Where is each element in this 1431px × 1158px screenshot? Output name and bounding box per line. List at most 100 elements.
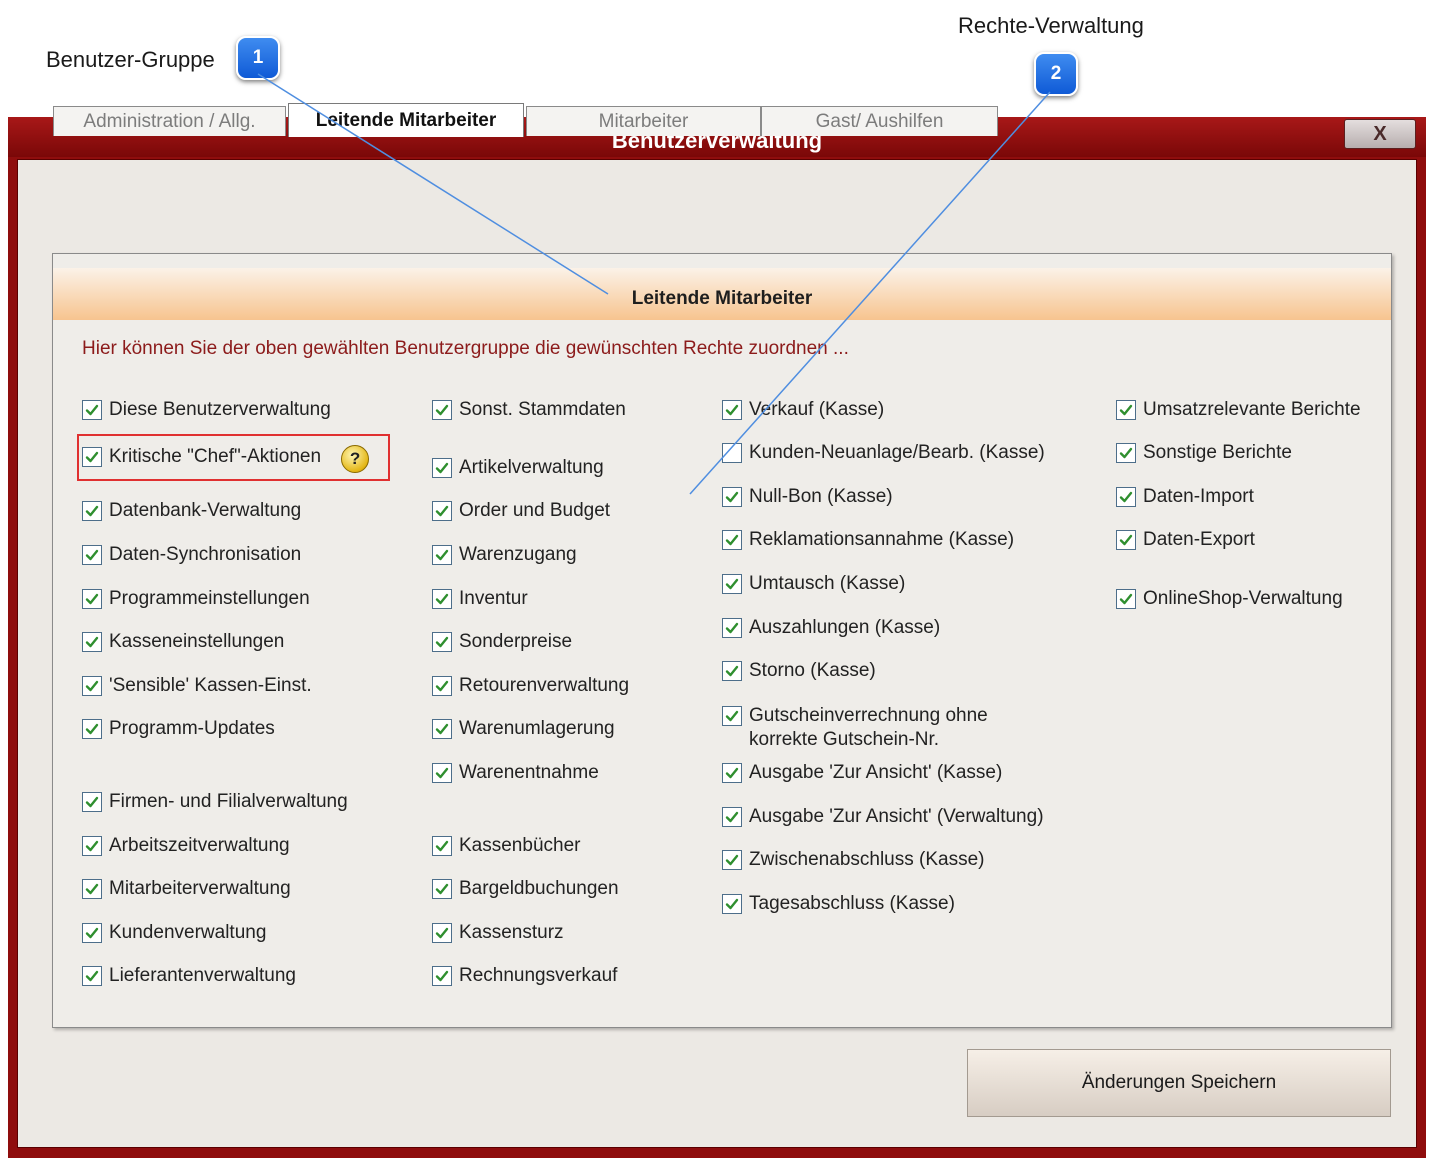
- right-checkbox-sonderpreise[interactable]: Sonderpreise: [432, 630, 572, 654]
- right-checkbox-warenzugang[interactable]: Warenzugang: [432, 543, 577, 567]
- right-checkbox-bargeldbuchungen[interactable]: Bargeldbuchungen: [432, 877, 619, 901]
- question-help-icon[interactable]: ?: [341, 445, 370, 473]
- checkbox-checked[interactable]: [1116, 487, 1136, 507]
- right-checkbox-reklamationsannahme-kasse[interactable]: Reklamationsannahme (Kasse): [722, 528, 1014, 552]
- right-checkbox-lieferantenverwaltung[interactable]: Lieferantenverwaltung: [82, 964, 296, 988]
- checkbox-checked[interactable]: [432, 458, 452, 478]
- right-checkbox-storno-kasse[interactable]: Storno (Kasse): [722, 659, 876, 683]
- right-checkbox-firmen-und-filialverwaltung[interactable]: Firmen- und Filialverwaltung: [82, 790, 348, 814]
- right-checkbox-order-und-budget[interactable]: Order und Budget: [432, 499, 610, 523]
- checkbox-label: Sonst. Stammdaten: [459, 399, 626, 420]
- checkbox-unchecked[interactable]: [722, 443, 742, 463]
- checkbox-checked[interactable]: [722, 763, 742, 783]
- checkbox-checked[interactable]: [82, 719, 102, 739]
- checkbox-checked[interactable]: [1116, 443, 1136, 463]
- right-checkbox-kritische-chef-aktionen[interactable]: Kritische "Chef"-Aktionen?: [82, 445, 370, 473]
- checkbox-label: Sonstige Berichte: [1143, 442, 1292, 463]
- right-checkbox-warenentnahme[interactable]: Warenentnahme: [432, 761, 599, 785]
- checkbox-checked[interactable]: [82, 676, 102, 696]
- right-checkbox-daten-import[interactable]: Daten-Import: [1116, 485, 1254, 509]
- right-checkbox-gutscheinverrechnung-ohne-korrekte-gutschein-nr[interactable]: Gutscheinverrechnung ohne korrekte Gutsc…: [722, 704, 1049, 752]
- right-checkbox-ausgabe-zur-ansicht-kasse[interactable]: Ausgabe 'Zur Ansicht' (Kasse): [722, 761, 1002, 785]
- right-checkbox-sensible-kassen-einst[interactable]: 'Sensible' Kassen-Einst.: [82, 674, 312, 698]
- tab-leitende-mitarbeiter[interactable]: Leitende Mitarbeiter: [288, 103, 524, 137]
- checkbox-checked[interactable]: [722, 400, 742, 420]
- checkbox-checked[interactable]: [1116, 530, 1136, 550]
- checkbox-checked[interactable]: [722, 661, 742, 681]
- tab-administration[interactable]: Administration / Allg.: [53, 106, 286, 136]
- right-checkbox-kunden-neuanlage-bearb-kasse[interactable]: Kunden-Neuanlage/Bearb. (Kasse): [722, 441, 1045, 465]
- checkbox-checked[interactable]: [82, 792, 102, 812]
- right-checkbox-auszahlungen-kasse[interactable]: Auszahlungen (Kasse): [722, 616, 940, 640]
- checkbox-checked[interactable]: [722, 530, 742, 550]
- checkbox-checked[interactable]: [722, 706, 742, 726]
- save-changes-button[interactable]: Änderungen Speichern: [967, 1049, 1391, 1117]
- right-checkbox-tagesabschluss-kasse[interactable]: Tagesabschluss (Kasse): [722, 892, 955, 916]
- callout-label-rechte-verwaltung: Rechte-Verwaltung: [958, 13, 1144, 38]
- checkbox-checked[interactable]: [722, 487, 742, 507]
- right-checkbox-kassenb-cher[interactable]: Kassenbücher: [432, 834, 580, 858]
- checkbox-checked[interactable]: [82, 879, 102, 899]
- right-checkbox-sonstige-berichte[interactable]: Sonstige Berichte: [1116, 441, 1292, 465]
- right-checkbox-programm-updates[interactable]: Programm-Updates: [82, 717, 275, 741]
- right-checkbox-rechnungsverkauf[interactable]: Rechnungsverkauf: [432, 964, 617, 988]
- checkbox-checked[interactable]: [432, 545, 452, 565]
- checkbox-checked[interactable]: [722, 894, 742, 914]
- checkbox-checked[interactable]: [1116, 589, 1136, 609]
- right-checkbox-null-bon-kasse[interactable]: Null-Bon (Kasse): [722, 485, 893, 509]
- checkbox-checked[interactable]: [432, 400, 452, 420]
- right-checkbox-warenumlagerung[interactable]: Warenumlagerung: [432, 717, 615, 741]
- checkbox-checked[interactable]: [432, 763, 452, 783]
- right-checkbox-mitarbeiterverwaltung[interactable]: Mitarbeiterverwaltung: [82, 877, 291, 901]
- checkbox-checked[interactable]: [82, 923, 102, 943]
- right-checkbox-zwischenabschluss-kasse[interactable]: Zwischenabschluss (Kasse): [722, 848, 984, 872]
- right-checkbox-programmeinstellungen[interactable]: Programmeinstellungen: [82, 587, 310, 611]
- right-checkbox-kasseneinstellungen[interactable]: Kasseneinstellungen: [82, 630, 284, 654]
- checkbox-checked[interactable]: [432, 879, 452, 899]
- right-checkbox-kassensturz[interactable]: Kassensturz: [432, 921, 564, 945]
- checkbox-checked[interactable]: [82, 400, 102, 420]
- checkbox-checked[interactable]: [82, 447, 102, 467]
- right-checkbox-ausgabe-zur-ansicht-verwaltung[interactable]: Ausgabe 'Zur Ansicht' (Verwaltung): [722, 805, 1044, 829]
- checkbox-checked[interactable]: [82, 966, 102, 986]
- right-checkbox-umsatzrelevante-berichte[interactable]: Umsatzrelevante Berichte: [1116, 398, 1361, 422]
- right-checkbox-retourenverwaltung[interactable]: Retourenverwaltung: [432, 674, 629, 698]
- checkbox-checked[interactable]: [432, 966, 452, 986]
- right-checkbox-sonst-stammdaten[interactable]: Sonst. Stammdaten: [432, 398, 626, 422]
- right-checkbox-datenbank-verwaltung[interactable]: Datenbank-Verwaltung: [82, 499, 301, 523]
- checkbox-checked[interactable]: [432, 501, 452, 521]
- right-checkbox-diese-benutzerverwaltung[interactable]: Diese Benutzerverwaltung: [82, 398, 331, 422]
- checkbox-checked[interactable]: [432, 632, 452, 652]
- checkbox-checked[interactable]: [82, 545, 102, 565]
- checkbox-checked[interactable]: [82, 589, 102, 609]
- checkbox-checked[interactable]: [82, 632, 102, 652]
- save-button-label: Änderungen Speichern: [1081, 1072, 1277, 1093]
- checkbox-checked[interactable]: [82, 501, 102, 521]
- checkbox-checked[interactable]: [432, 836, 452, 856]
- right-checkbox-inventur[interactable]: Inventur: [432, 587, 528, 611]
- checkbox-checked[interactable]: [722, 850, 742, 870]
- right-checkbox-artikelverwaltung[interactable]: Artikelverwaltung: [432, 456, 604, 480]
- checkbox-checked[interactable]: [722, 807, 742, 827]
- right-checkbox-daten-export[interactable]: Daten-Export: [1116, 528, 1255, 552]
- checkbox-checked[interactable]: [722, 618, 742, 638]
- checkbox-checked[interactable]: [722, 574, 742, 594]
- right-checkbox-onlineshop-verwaltung[interactable]: OnlineShop-Verwaltung: [1116, 587, 1343, 611]
- tab-gast-aushilfen[interactable]: Gast/ Aushilfen: [761, 106, 998, 136]
- close-icon: X: [1373, 122, 1387, 145]
- right-checkbox-daten-synchronisation[interactable]: Daten-Synchronisation: [82, 543, 301, 567]
- checkbox-label: Reklamationsannahme (Kasse): [749, 529, 1015, 550]
- checkbox-checked[interactable]: [432, 719, 452, 739]
- right-checkbox-verkauf-kasse[interactable]: Verkauf (Kasse): [722, 398, 884, 422]
- checkbox-checked[interactable]: [1116, 400, 1136, 420]
- right-checkbox-umtausch-kasse[interactable]: Umtausch (Kasse): [722, 572, 905, 596]
- checkbox-label: Auszahlungen (Kasse): [749, 617, 941, 638]
- right-checkbox-arbeitszeitverwaltung[interactable]: Arbeitszeitverwaltung: [82, 834, 290, 858]
- checkbox-checked[interactable]: [432, 923, 452, 943]
- right-checkbox-kundenverwaltung[interactable]: Kundenverwaltung: [82, 921, 266, 945]
- checkbox-checked[interactable]: [82, 836, 102, 856]
- checkbox-checked[interactable]: [432, 589, 452, 609]
- checkbox-checked[interactable]: [432, 676, 452, 696]
- tab-mitarbeiter[interactable]: Mitarbeiter: [526, 106, 761, 136]
- close-button[interactable]: X: [1344, 119, 1416, 149]
